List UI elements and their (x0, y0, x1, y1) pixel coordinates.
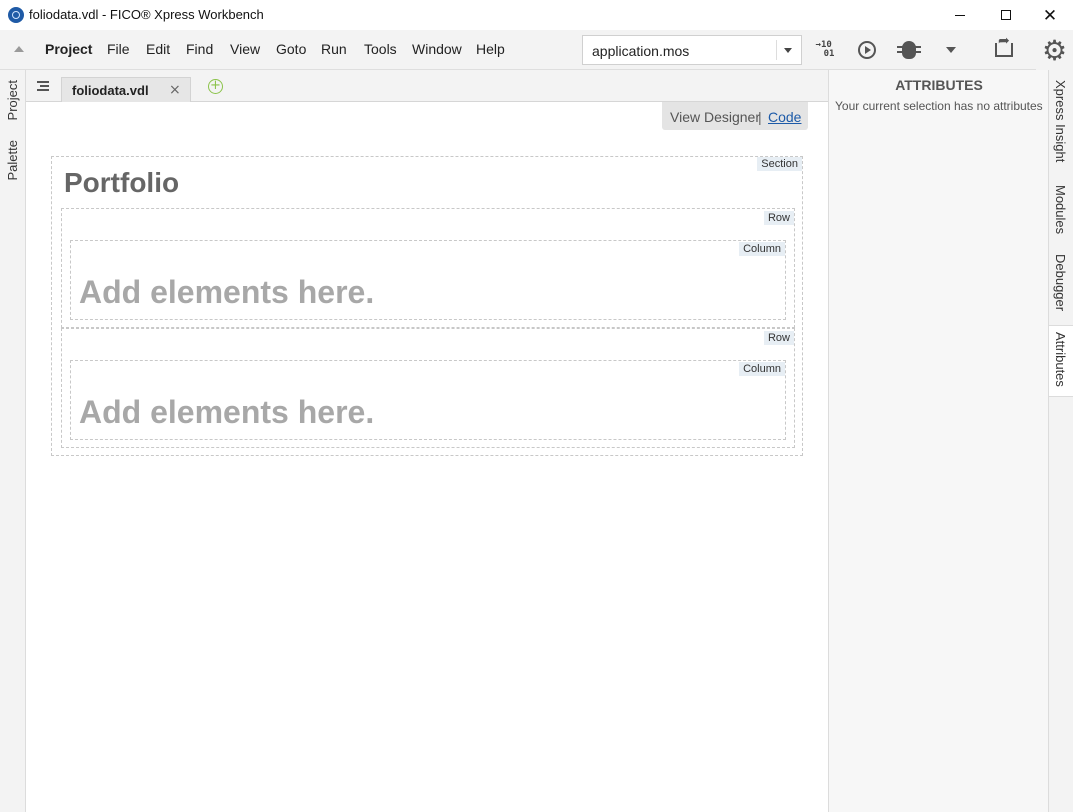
bug-icon (897, 41, 921, 59)
settings-button[interactable]: ⚙ (1036, 30, 1073, 70)
sidebar-tab-modules[interactable]: Modules (1053, 185, 1068, 234)
drop-placeholder: Add elements here. (79, 274, 375, 310)
play-icon (858, 41, 876, 59)
row-container[interactable]: Row Column Add elements here. (61, 208, 795, 328)
debug-button[interactable] (895, 36, 923, 64)
column-tag: Column (739, 362, 785, 376)
menu-view[interactable]: View (230, 41, 260, 57)
new-tab-icon[interactable]: + (208, 79, 223, 94)
view-mode-toggle: View Designer | Code (662, 102, 808, 130)
minimize-button[interactable] (937, 0, 983, 30)
sidebar-tab-project[interactable]: Project (5, 80, 20, 120)
run-file-value: application.mos (592, 43, 690, 59)
section-container[interactable]: Section Portfolio Row Column Add element… (51, 156, 803, 456)
menu-goto[interactable]: Goto (276, 41, 306, 57)
minimize-icon (955, 14, 965, 16)
view-designer-canvas: View Designer | Code Section Portfolio R… (26, 102, 828, 812)
view-designer-label[interactable]: View Designer (670, 109, 760, 125)
sidebar-tab-attributes[interactable]: Attributes (1053, 332, 1068, 387)
row-container[interactable]: Row Column Add elements here. (61, 328, 795, 448)
gear-icon: ⚙ (1041, 33, 1068, 67)
left-sidebar: Project Palette (0, 70, 26, 812)
share-icon (995, 33, 1013, 57)
view-separator: | (758, 109, 762, 125)
editor-tab-strip: foliodata.vdl × + (26, 70, 828, 103)
close-window-button[interactable]: ✕ (1027, 0, 1073, 30)
chevron-down-icon[interactable] (784, 48, 792, 53)
right-sidebar: Xpress Insight Modules Debugger Attribut… (1048, 70, 1073, 812)
tab-label: foliodata.vdl (72, 83, 149, 98)
binary-icon-bottom: 01 (823, 49, 835, 59)
tab-close-icon[interactable]: × (169, 82, 181, 98)
tab-list-icon[interactable] (37, 81, 49, 91)
attributes-title: ATTRIBUTES (895, 77, 983, 93)
maximize-button[interactable] (983, 0, 1029, 30)
section-tag: Section (757, 157, 802, 171)
maximize-icon (1001, 10, 1011, 20)
menu-find[interactable]: Find (186, 41, 213, 57)
menu-window[interactable]: Window (412, 41, 462, 57)
row-tag: Row (763, 331, 794, 345)
export-button[interactable] (990, 33, 1018, 64)
code-view-link[interactable]: Code (768, 109, 801, 125)
drop-placeholder: Add elements here. (79, 394, 375, 430)
attributes-panel: ATTRIBUTES Your current selection has no… (828, 70, 1048, 812)
menu-edit[interactable]: Edit (146, 41, 170, 57)
select-divider (776, 40, 777, 60)
caret-down-icon (946, 47, 956, 53)
window-title: foliodata.vdl - FICO® Xpress Workbench (29, 7, 264, 22)
menu-help[interactable]: Help (476, 41, 505, 57)
column-tag: Column (739, 242, 785, 256)
app-logo-icon (8, 7, 24, 23)
menu-tools[interactable]: Tools (364, 41, 397, 57)
binary-icon: →10 01 (816, 41, 835, 59)
run-options-dropdown[interactable] (937, 36, 965, 64)
row-tag: Row (763, 211, 794, 225)
column-container[interactable]: Column Add elements here. (70, 360, 786, 440)
section-title[interactable]: Portfolio (64, 167, 179, 199)
run-button[interactable] (853, 36, 881, 64)
menu-project[interactable]: Project (45, 41, 92, 57)
title-bar: foliodata.vdl - FICO® Xpress Workbench ✕ (0, 0, 1073, 30)
collapse-toolbar-icon[interactable] (14, 46, 24, 52)
menu-run[interactable]: Run (321, 41, 347, 57)
sidebar-tab-debugger[interactable]: Debugger (1053, 254, 1068, 311)
attributes-empty-message: Your current selection has no attributes (835, 99, 1043, 113)
menu-file[interactable]: File (107, 41, 130, 57)
close-icon: ✕ (1042, 5, 1058, 25)
menu-bar: Project File Edit Find View Goto Run Too… (0, 30, 1073, 70)
column-container[interactable]: Column Add elements here. (70, 240, 786, 320)
build-binary-button[interactable]: →10 01 (811, 36, 839, 64)
sidebar-tab-palette[interactable]: Palette (5, 140, 20, 180)
tab-foliodata[interactable]: foliodata.vdl × (61, 77, 191, 103)
sidebar-tab-xpress-insight[interactable]: Xpress Insight (1053, 80, 1068, 162)
run-file-select[interactable]: application.mos (582, 35, 802, 65)
